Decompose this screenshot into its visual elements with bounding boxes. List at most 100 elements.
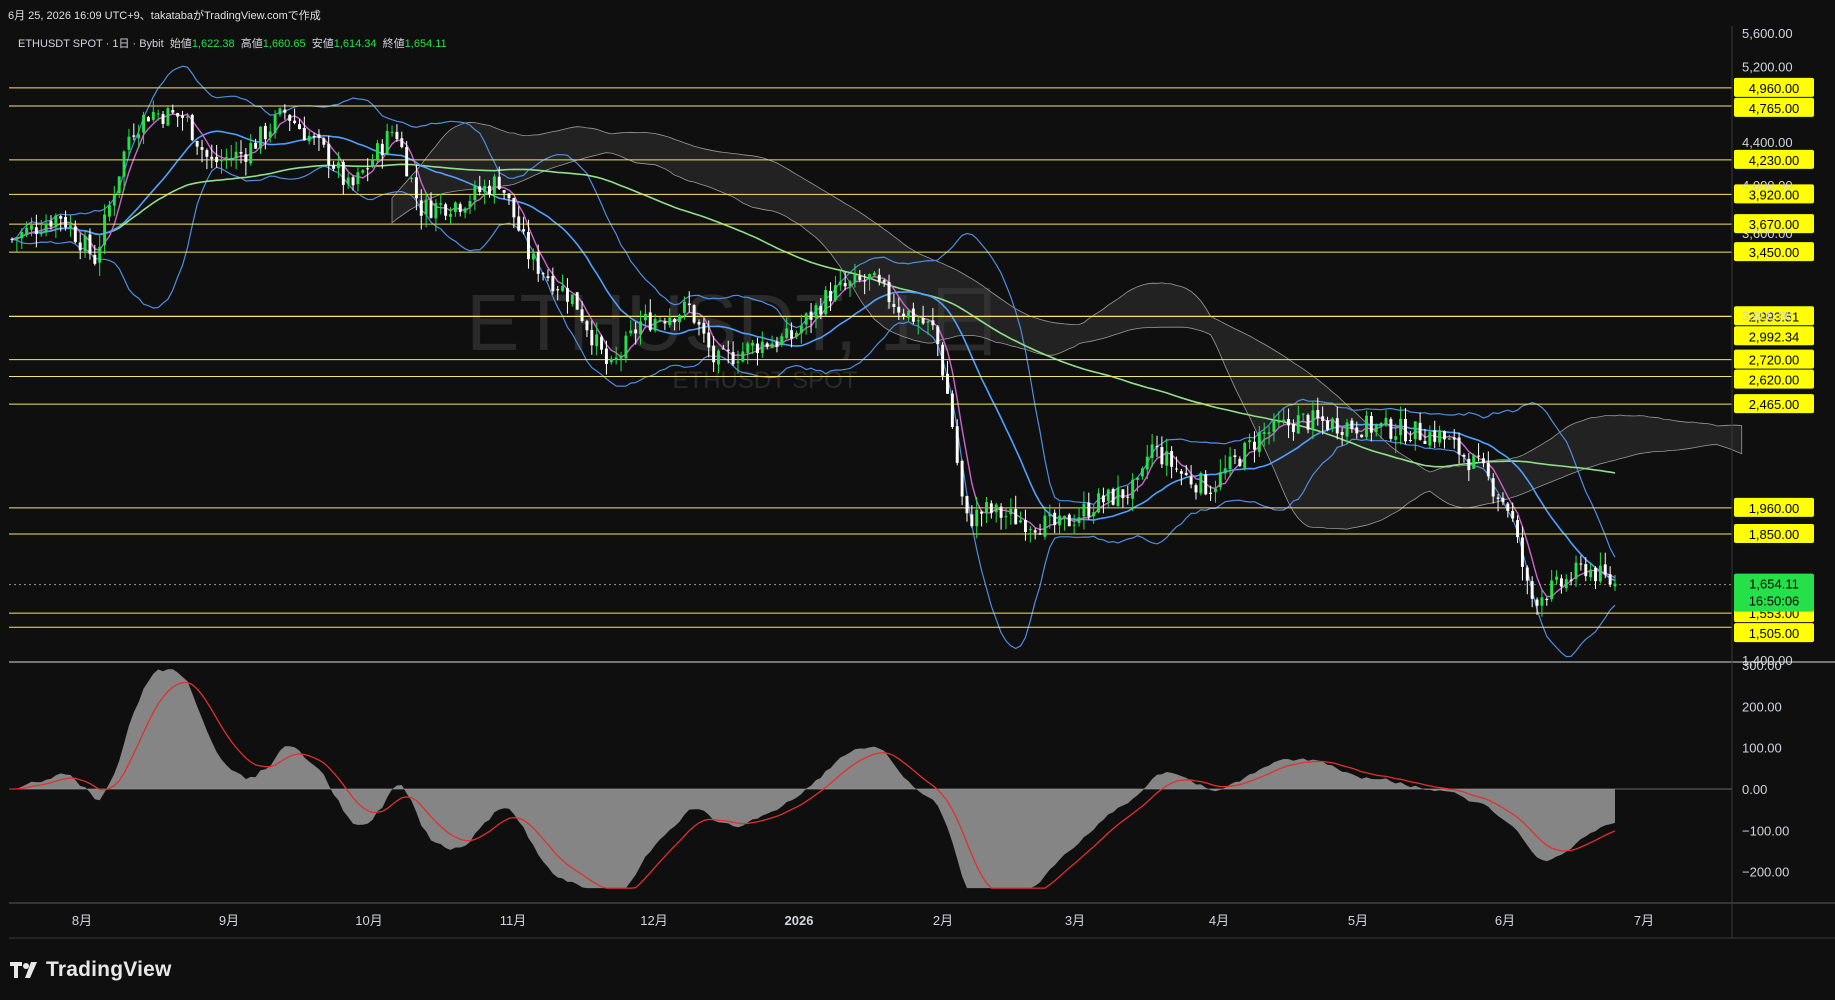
candle-body (492, 176, 496, 194)
candle-body (1594, 567, 1597, 582)
candle-body (804, 313, 808, 325)
candle-body (1019, 520, 1023, 523)
candle-body (127, 136, 131, 150)
candle-body (702, 322, 706, 334)
candle-body (259, 126, 262, 149)
candle-body (892, 304, 896, 307)
candle-body (351, 177, 355, 186)
candle-body (668, 317, 672, 326)
candle-body (1374, 424, 1378, 432)
high-label: 高値 (240, 38, 263, 50)
candle-body (1155, 446, 1159, 448)
candle-body (1355, 427, 1359, 434)
candle-body (293, 120, 297, 123)
candle-body (1345, 422, 1349, 437)
candle-body (931, 320, 935, 326)
candle-body (653, 319, 657, 331)
candle-body (98, 246, 102, 263)
candle-body (156, 113, 160, 115)
candle-body (478, 186, 482, 192)
candle-body (20, 232, 24, 239)
candle-body (1043, 515, 1047, 537)
candle-body (142, 114, 146, 133)
candle-body (78, 242, 82, 251)
symbol-label: ETHUSDT SPOT · 1日 · Bybit (18, 38, 164, 50)
candle-body (1389, 419, 1393, 439)
candle-body (171, 110, 175, 113)
candle-body (517, 216, 521, 231)
candle-body (449, 214, 452, 217)
candle-body (819, 305, 823, 315)
candle-body (1428, 432, 1432, 446)
candle-body (717, 350, 720, 365)
candle-body (790, 330, 794, 339)
candle-body (765, 343, 769, 347)
candle-body (541, 273, 545, 275)
candle-body (112, 195, 116, 206)
candle-body (565, 288, 569, 302)
candle-body (760, 341, 764, 353)
candle-body (921, 318, 925, 324)
candle-body (1038, 533, 1042, 535)
candle-body (673, 319, 677, 323)
open-label: 始値 (169, 38, 192, 50)
candle-body (551, 275, 555, 292)
candle-body (224, 157, 228, 159)
candle-body (83, 235, 87, 252)
chart-canvas[interactable]: ETHUSDT, 1日 ETHUSDT SPOT 4,960.004,765.0… (0, 0, 1835, 1000)
candle-body (619, 356, 623, 359)
candle-body (185, 116, 189, 118)
candle-body (1140, 468, 1144, 477)
candle-body (970, 514, 974, 527)
candle-body (1014, 508, 1018, 525)
candle-body (64, 216, 68, 228)
candle-body (1028, 529, 1032, 531)
x-tick-label: 10月 (355, 913, 382, 928)
candle-body (1535, 599, 1539, 606)
candle-body (678, 314, 681, 323)
candle-body (434, 203, 438, 219)
candle-body (1335, 418, 1339, 434)
candle-body (726, 349, 730, 351)
symbol-legend: ETHUSDT SPOT · 1日 · Bybit 始値1,622.38 高値1… (18, 35, 447, 51)
candle-body (488, 185, 491, 195)
candle-body (697, 321, 701, 325)
candle-body (824, 289, 828, 315)
candle-body (1321, 416, 1325, 421)
macd-tick-label: −100.00 (1742, 823, 1789, 838)
candle-body (181, 115, 184, 118)
candle-body (1394, 436, 1398, 440)
candle-body (902, 313, 906, 317)
candle-body (59, 216, 63, 219)
level-label: 1,505.00 (1749, 626, 1800, 641)
candle-body (556, 289, 560, 291)
level-label: 2,620.00 (1749, 373, 1800, 388)
candle-body (1457, 437, 1461, 455)
tradingview-icon (10, 962, 37, 979)
candle-body (215, 156, 219, 163)
candle-body (278, 108, 282, 115)
candle-body (1452, 437, 1456, 440)
candle-body (1477, 455, 1481, 457)
candle-body (1179, 471, 1183, 474)
candle-body (1555, 576, 1558, 580)
level-label: 2,720.00 (1749, 353, 1800, 368)
candle-body (1491, 478, 1495, 497)
candle-body (10, 238, 14, 240)
candle-body (1316, 410, 1320, 419)
candle-body (1058, 515, 1062, 526)
candle-body (848, 281, 852, 287)
candle-body (1165, 451, 1169, 466)
candle-body (1048, 514, 1052, 517)
x-tick-label: 12月 (640, 913, 667, 928)
tradingview-logo[interactable]: TradingView (10, 958, 172, 982)
candle-body (989, 503, 993, 513)
candle-body (1175, 468, 1178, 470)
candle-body (385, 130, 389, 155)
candle-body (785, 328, 789, 339)
candle-body (1262, 432, 1266, 434)
candle-body (965, 496, 969, 514)
candle-body (1369, 416, 1373, 433)
candle-body (609, 358, 613, 363)
candle-body (1004, 516, 1008, 518)
